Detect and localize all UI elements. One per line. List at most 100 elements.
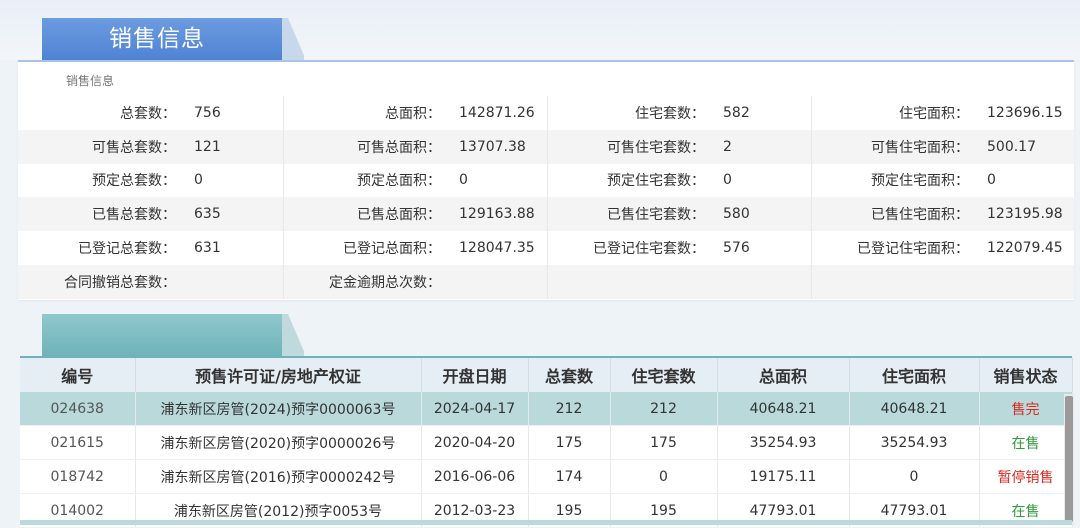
permit-table: 编号 预售许可证/房地产权证 开盘日期 总套数 住宅套数 总面积 住宅面积 销售状态 0246… — [20, 358, 1073, 528]
column-header: 总面积 — [717, 358, 850, 392]
open-date: 2020-04-20 — [421, 425, 529, 460]
sales-info-label: 总面积： — [385, 105, 441, 122]
next-row-strip — [20, 520, 1072, 525]
sales-info-label: 预定总套数： — [92, 173, 176, 190]
sales-status: 售完 — [979, 392, 1073, 426]
sales-info-value: 582 — [715, 96, 812, 130]
total-area: 35254.93 — [717, 425, 850, 460]
sales-info-value: 129163.88 — [451, 197, 548, 232]
open-date: 2016-06-06 — [421, 459, 529, 494]
sales-info-value: 122079.45 — [987, 240, 1063, 257]
sales-info-label: 已登记总套数： — [78, 241, 176, 258]
sales-info-value: 121 — [186, 129, 284, 164]
sales-info-value: 635 — [186, 197, 284, 232]
sales-info-label: 已登记住宅套数： — [593, 241, 705, 258]
permit-table-scrollbar[interactable] — [1064, 394, 1074, 525]
sales-info-value: 123696.15 — [987, 104, 1063, 121]
sales-info-label: 定金逾期总次数： — [283, 264, 451, 299]
permit-table-header: 编号 预售许可证/房地产权证 开盘日期 总套数 住宅套数 总面积 住宅面积 销售状态 — [20, 358, 1073, 392]
residential-area: 40648.21 — [849, 392, 980, 426]
sales-info-label: 住宅套数： — [635, 105, 705, 122]
sales-info-label: 可售住宅面积： — [811, 129, 979, 164]
permit-code[interactable]: 021615 — [20, 425, 136, 460]
sales-info-value: 2 — [715, 129, 812, 164]
sales-info-tab-label: 销售信息 — [109, 26, 205, 52]
sales-status: 暂停销售 — [979, 459, 1073, 494]
column-header: 住宅套数 — [610, 358, 718, 392]
permit-code[interactable]: 018742 — [20, 459, 136, 494]
total-units: 175 — [528, 425, 611, 460]
sales-info-row: 预定总套数： 0 预定总面积： 0 预定住宅套数： 0 预定住宅面积： 0 — [18, 163, 1074, 198]
permit-list-tab[interactable] — [42, 314, 282, 356]
total-units: 212 — [528, 392, 611, 426]
permit-number[interactable]: 浦东新区房管(2024)预字0000063号 — [135, 392, 422, 426]
sales-info-value — [451, 264, 548, 299]
sales-info-value: 123195.98 — [979, 197, 1074, 232]
sales-info-label: 已登记住宅面积： — [857, 241, 969, 258]
permit-number[interactable]: 浦东新区房管(2016)预字0000242号 — [135, 459, 422, 494]
residential-area: 35254.93 — [849, 425, 980, 460]
sales-info-row: 总套数： 756 总面积： 142871.26 住宅套数： 582 住宅面积： 123696.… — [18, 96, 1074, 130]
scrollbar-thumb[interactable] — [1065, 396, 1073, 522]
residential-units: 0 — [610, 459, 718, 494]
sales-info-row: 可售总套数： 121 可售总面积： 13707.38 可售住宅套数： 2 可售住宅面积： 50… — [18, 129, 1074, 164]
sales-info-value: 142871.26 — [451, 96, 548, 130]
sales-info-tab[interactable]: 销售信息 — [42, 18, 282, 60]
sales-info-value: 500.17 — [979, 129, 1074, 164]
total-units: 174 — [528, 459, 611, 494]
sales-info-label: 可售总面积： — [283, 129, 451, 164]
permit-table-container: 编号 预售许可证/房地产权证 开盘日期 总套数 住宅套数 总面积 住宅面积 销售状态 0246… — [20, 356, 1073, 528]
sales-info-value: 128047.35 — [451, 231, 548, 265]
sales-info-row: 已登记总套数： 631 已登记总面积： 128047.35 已登记住宅套数： 576 已登记… — [18, 231, 1074, 265]
sales-info-value: 631 — [186, 231, 284, 265]
column-header: 总套数 — [528, 358, 611, 392]
sales-info-value — [715, 264, 812, 299]
permit-code[interactable]: 024638 — [20, 392, 136, 426]
column-header: 编号 — [20, 358, 136, 392]
total-area: 19175.11 — [717, 459, 850, 494]
sales-status: 在售 — [979, 425, 1073, 460]
open-date: 2024-04-17 — [421, 392, 529, 426]
residential-area: 0 — [849, 459, 980, 494]
sales-info-label: 已售总套数： — [18, 197, 186, 232]
sales-info-label: 住宅面积： — [899, 105, 969, 122]
sales-info-label: 合同撤销总套数： — [18, 264, 186, 299]
residential-units: 175 — [610, 425, 718, 460]
table-row[interactable]: 021615 浦东新区房管(2020)预字0000026号 2020-04-20 17… — [20, 425, 1073, 460]
permit-number[interactable]: 浦东新区房管(2020)预字0000026号 — [135, 425, 422, 460]
sales-info-label: 预定总面积： — [357, 173, 441, 190]
sales-info-label: 预定住宅面积： — [871, 173, 969, 190]
column-header: 销售状态 — [979, 358, 1073, 392]
sales-info-value — [979, 264, 1074, 299]
sales-info-value: 0 — [451, 163, 548, 198]
sales-info-row: 已售总套数： 635 已售总面积： 129163.88 已售住宅套数： 580 已售住宅面积… — [18, 197, 1074, 232]
sales-info-label: 已登记总面积： — [343, 241, 441, 258]
permit-list-tab-label — [42, 314, 272, 356]
sales-info-label: 总套数： — [120, 105, 176, 122]
sales-info-label: 可售住宅套数： — [547, 129, 715, 164]
column-header: 开盘日期 — [421, 358, 529, 392]
table-row[interactable]: 024638 浦东新区房管(2024)预字0000063号 2024-04-17 21… — [20, 392, 1073, 426]
sales-info-value: 580 — [715, 197, 812, 232]
sales-info-value: 576 — [715, 231, 812, 265]
sales-info-value — [186, 264, 284, 299]
sales-info-value: 0 — [987, 172, 996, 189]
residential-units: 212 — [610, 392, 718, 426]
column-header: 住宅面积 — [849, 358, 980, 392]
sales-info-panel: 销售信息 总套数： 756 总面积： 142871.26 住宅套数： 582 住宅面积： 12… — [18, 60, 1074, 300]
sales-info-label: 可售总套数： — [18, 129, 186, 164]
sales-info-label: 已售住宅面积： — [811, 197, 979, 232]
total-area: 40648.21 — [717, 392, 850, 426]
sales-info-value: 13707.38 — [451, 129, 548, 164]
table-row[interactable]: 018742 浦东新区房管(2016)预字0000242号 2016-06-06 17… — [20, 459, 1073, 494]
sales-info-label: 预定住宅套数： — [607, 173, 705, 190]
sales-info-label — [547, 264, 715, 299]
column-header: 预售许可证/房地产权证 — [135, 358, 422, 392]
sales-info-label: 已售总面积： — [283, 197, 451, 232]
sales-info-value: 756 — [186, 96, 284, 130]
sales-info-label: 已售住宅套数： — [547, 197, 715, 232]
sales-info-table: 总套数： 756 总面积： 142871.26 住宅套数： 582 住宅面积： 123696.… — [18, 96, 1074, 299]
sales-info-value: 0 — [715, 163, 812, 198]
sales-info-label — [811, 264, 979, 299]
sales-info-value: 0 — [186, 163, 284, 198]
